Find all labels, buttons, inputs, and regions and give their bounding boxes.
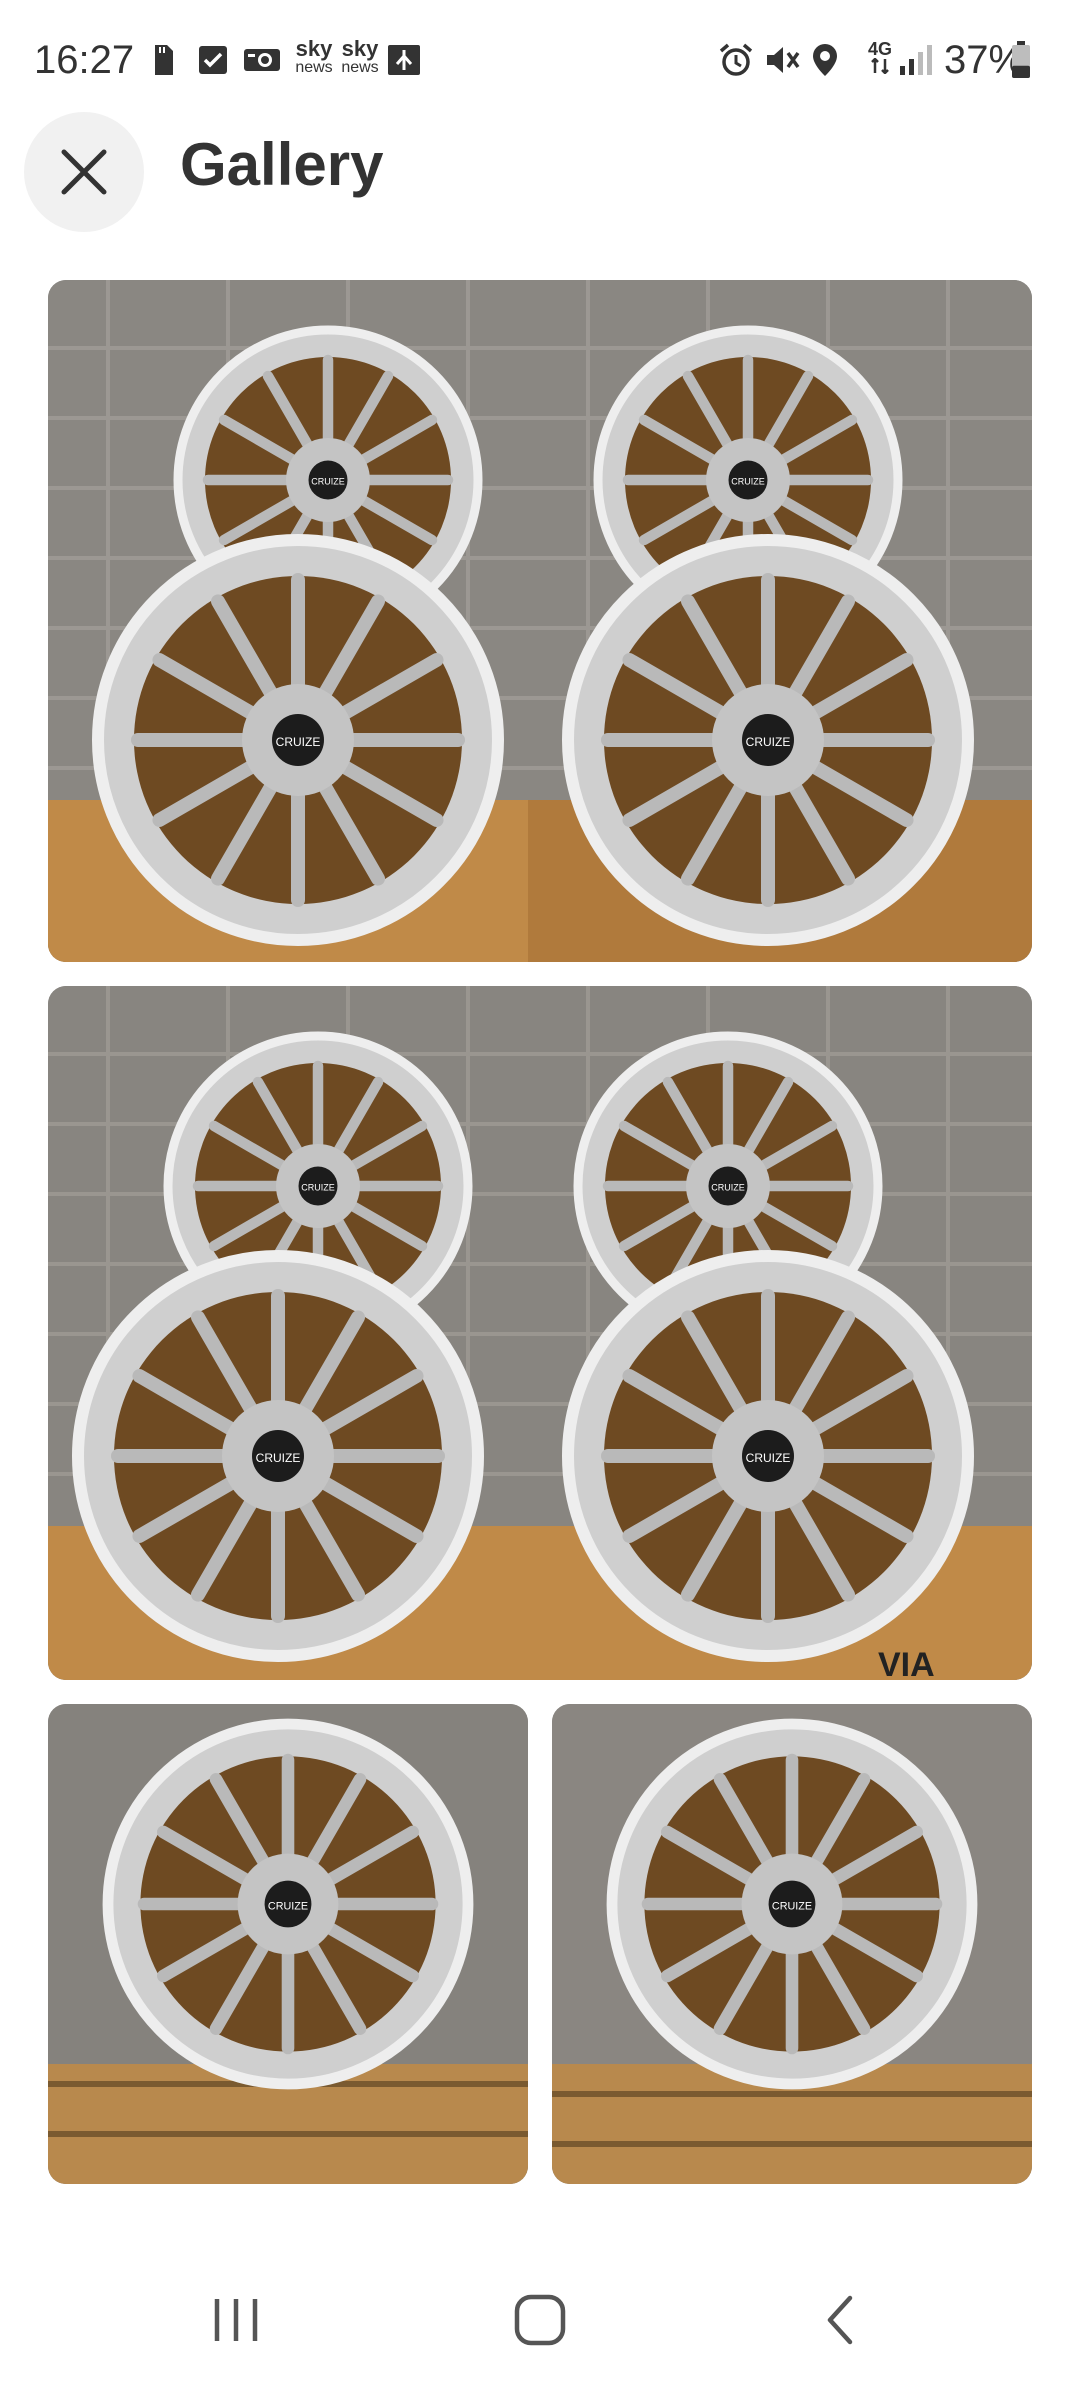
- wheel-cap-label: CRUIZE: [276, 735, 321, 749]
- sky-news-line1: sky: [295, 36, 333, 61]
- gallery-image[interactable]: VIA CRUIZE CRUIZE CRUIZE CRUIZE: [48, 986, 1032, 1680]
- recents-button[interactable]: [176, 2280, 296, 2360]
- location-icon: [808, 40, 842, 80]
- wheel-cap-label: CRUIZE: [772, 1900, 812, 1912]
- alloy-wheels-photo: CRUIZE CRUIZE CRUIZE CRUIZE: [48, 280, 1032, 962]
- sim-card-icon: [152, 40, 176, 80]
- box-label: VIA: [878, 1646, 935, 1680]
- wheel-cap-label: CRUIZE: [311, 477, 345, 487]
- mute-icon: [762, 40, 802, 80]
- wheel-cap-label: CRUIZE: [731, 477, 765, 487]
- mirror-icon: [386, 40, 422, 80]
- sky-news-line2: news: [295, 59, 333, 76]
- close-icon: [61, 149, 107, 195]
- network-type: 4G: [868, 39, 893, 59]
- status-bar: 16:27 sky news sky news 4G 37%: [0, 0, 1080, 120]
- 4g-icon: 4G: [868, 40, 892, 77]
- gallery-image[interactable]: CRUIZE: [552, 1704, 1032, 2184]
- home-button[interactable]: [480, 2280, 600, 2360]
- navigation-bar: [0, 2240, 1080, 2400]
- sky-news-icon: sky news: [338, 38, 382, 76]
- back-icon: [827, 2295, 853, 2345]
- alloy-wheel-photo: CRUIZE: [48, 1704, 528, 2184]
- wheel-cap-label: CRUIZE: [256, 1451, 301, 1465]
- wheel-cap-label: CRUIZE: [301, 1183, 335, 1193]
- sky-news-line2: news: [341, 59, 379, 76]
- wheel-cap-label: CRUIZE: [268, 1900, 308, 1912]
- close-button[interactable]: [24, 112, 144, 232]
- recents-icon: [214, 2299, 258, 2341]
- alloy-wheels-photo: VIA CRUIZE CRUIZE CRUIZE CRUIZE: [48, 986, 1032, 1680]
- battery-icon: [1008, 40, 1034, 80]
- wheel-cap-label: CRUIZE: [711, 1183, 745, 1193]
- camera-news-icon: [242, 40, 282, 80]
- gallery-image[interactable]: CRUIZE: [48, 1704, 528, 2184]
- page-title: Gallery: [180, 131, 384, 198]
- wheel-cap-label: CRUIZE: [746, 735, 791, 749]
- alloy-wheel-photo: CRUIZE: [552, 1704, 1032, 2184]
- wheel-cap-label: CRUIZE: [746, 1451, 791, 1465]
- sky-news-icon: sky news: [292, 38, 336, 76]
- signal-icon: [896, 40, 936, 80]
- sky-news-line1: sky: [341, 36, 379, 61]
- checkbox-icon: [196, 40, 230, 80]
- home-icon: [514, 2294, 566, 2346]
- back-button[interactable]: [780, 2280, 900, 2360]
- gallery-image[interactable]: CRUIZE CRUIZE CRUIZE CRUIZE: [48, 280, 1032, 962]
- alarm-icon: [716, 40, 756, 80]
- status-time: 16:27: [34, 38, 135, 82]
